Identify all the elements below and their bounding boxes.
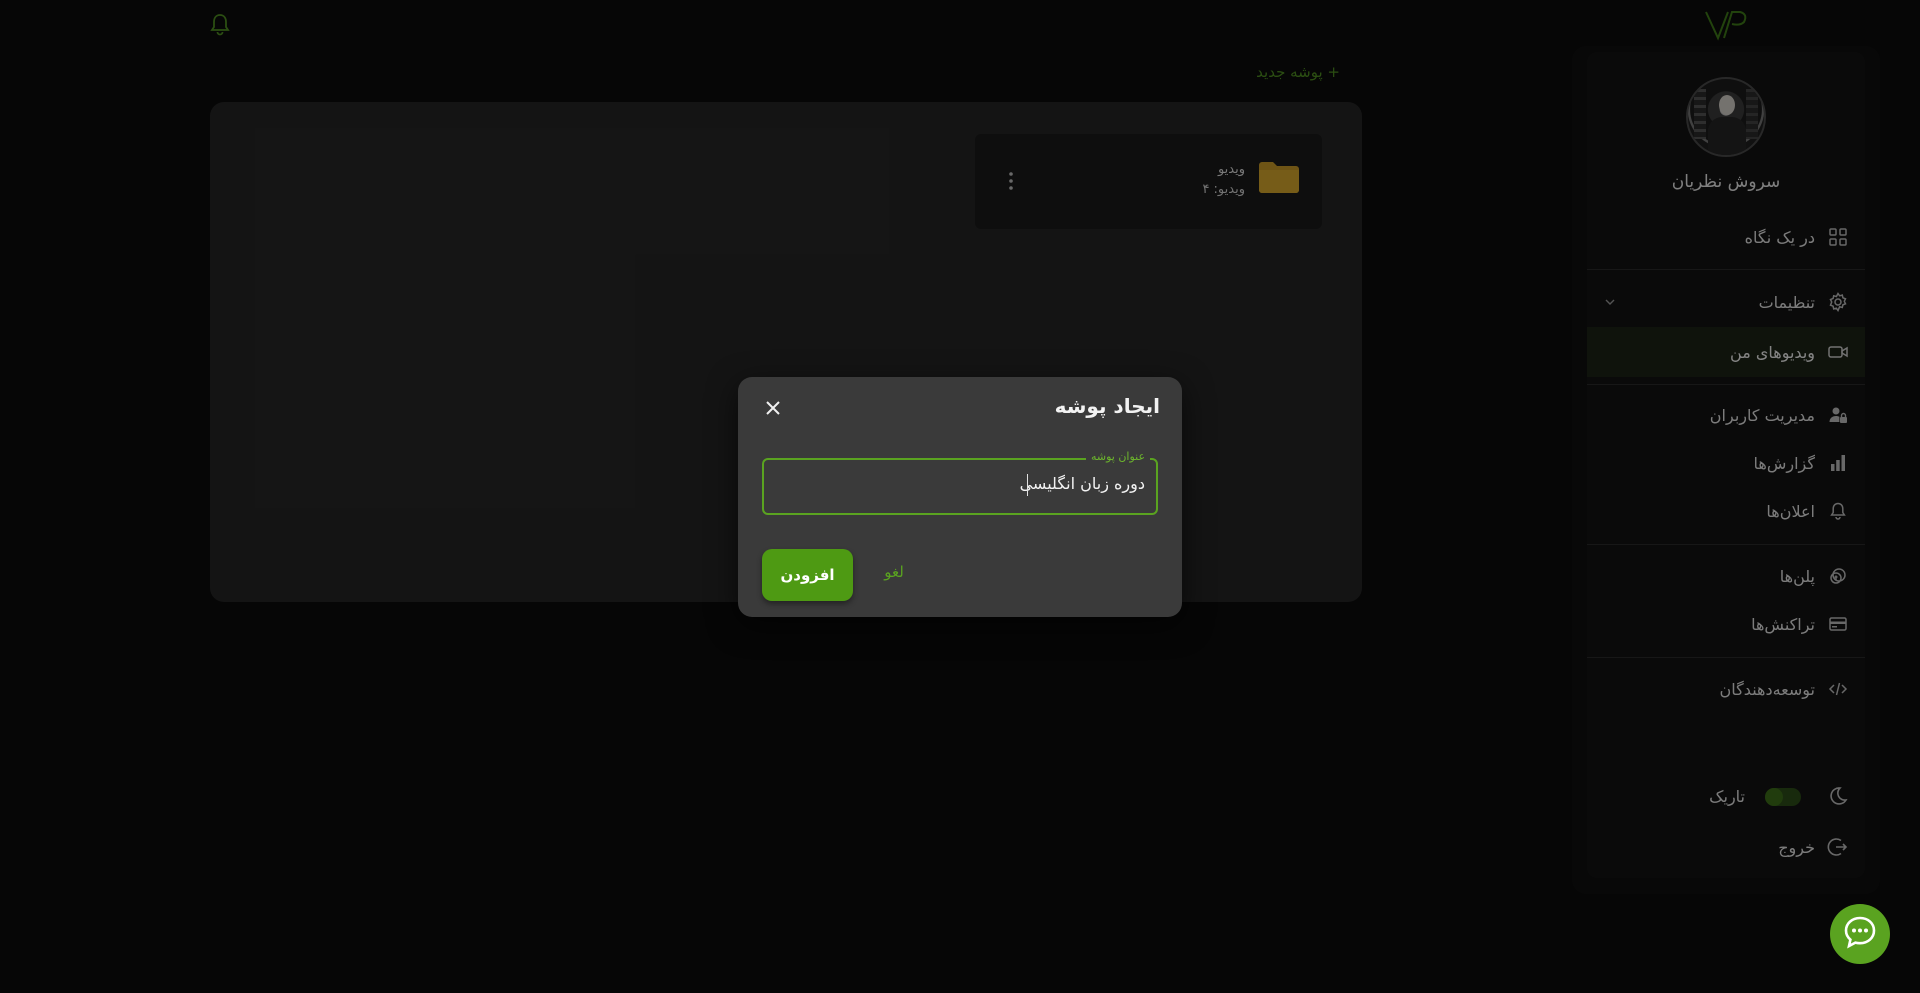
folder-title-label: عنوان پوشه [1086,450,1151,463]
text-caret [1027,474,1028,496]
add-button[interactable]: افزودن [762,549,853,601]
support-chat-button[interactable] [1830,904,1890,964]
close-icon[interactable] [762,397,784,419]
dialog-title: ایجاد پوشه [1054,394,1160,418]
chat-bubble-icon [1842,914,1878,954]
folder-title-value[interactable]: دوره زبان انگلیسی [1010,474,1145,493]
cancel-button[interactable]: لغو [872,563,916,581]
